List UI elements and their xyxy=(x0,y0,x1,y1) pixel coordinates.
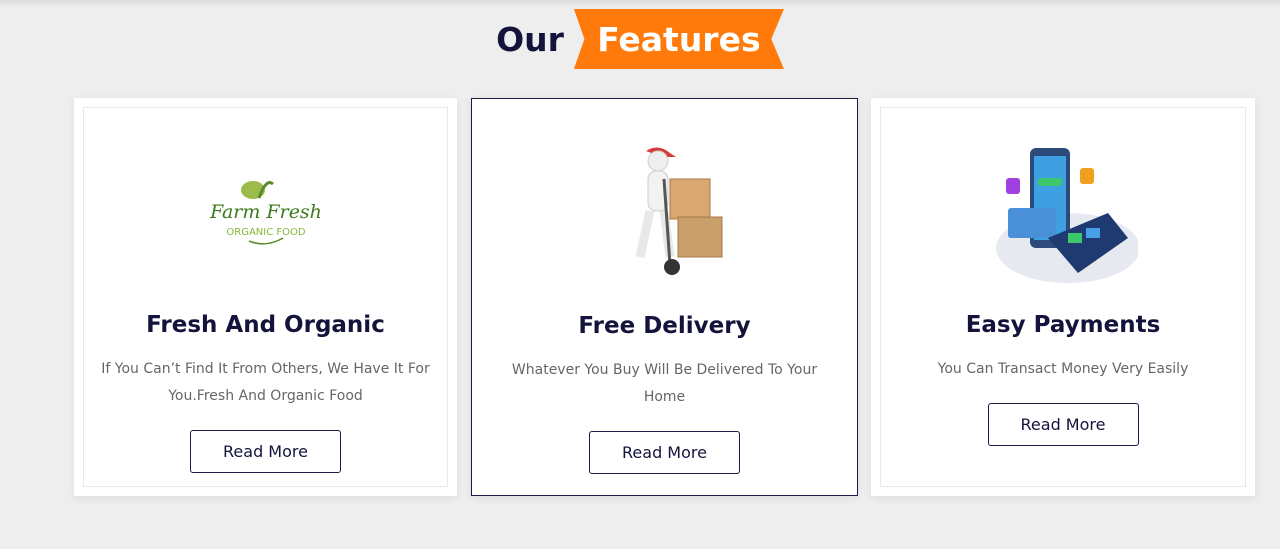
payment-terminal-icon xyxy=(988,138,1138,288)
card-description: You Can Transact Money Very Easily xyxy=(937,361,1189,377)
heading-ribbon: Features xyxy=(573,9,784,69)
card-title: Fresh And Organic xyxy=(146,312,385,338)
farm-fresh-logo: Farm Fresh ORGANIC FOOD xyxy=(191,138,341,288)
card-title: Free Delivery xyxy=(578,313,751,339)
card-description: Whatever You Buy Will Be Delivered To Yo… xyxy=(511,362,818,405)
top-shadow xyxy=(0,0,1280,8)
read-more-button[interactable]: Read More xyxy=(190,430,341,473)
section-heading: Our Features xyxy=(0,8,1280,70)
card-title: Easy Payments xyxy=(965,312,1161,338)
read-more-button[interactable]: Read More xyxy=(589,431,740,474)
card-description: If You Can’t Find It From Others, We Hav… xyxy=(101,361,430,404)
svg-text:ORGANIC FOOD: ORGANIC FOOD xyxy=(226,227,305,238)
svg-text:Farm Fresh: Farm Fresh xyxy=(209,201,322,223)
feature-card-delivery: Free Delivery Whatever You Buy Will Be D… xyxy=(471,98,858,496)
delivery-man-icon xyxy=(590,139,740,289)
heading-prefix: Our xyxy=(496,19,564,59)
feature-card-payments: Easy Payments You Can Transact Money Ver… xyxy=(871,98,1255,496)
read-more-button[interactable]: Read More xyxy=(987,403,1139,446)
feature-card-fresh: Farm Fresh ORGANIC FOOD Fresh And Organi… xyxy=(74,98,457,496)
